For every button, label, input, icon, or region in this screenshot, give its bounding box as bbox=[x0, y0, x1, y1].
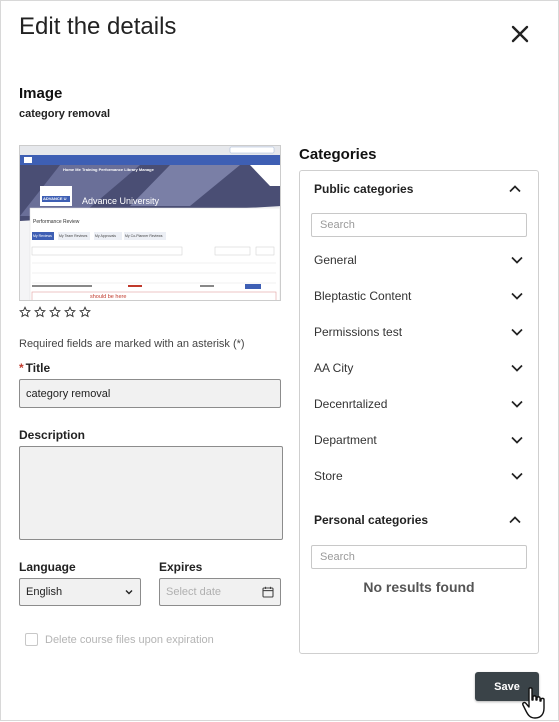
chevron-down-icon bbox=[511, 400, 523, 408]
star-icon[interactable] bbox=[19, 306, 31, 318]
thumb-tab-team-reviews: My Team Reviews bbox=[59, 234, 88, 238]
title-label-text: Title bbox=[25, 361, 51, 375]
thumb-tab-approvals: My Approvals bbox=[95, 234, 117, 238]
chevron-down-icon bbox=[511, 256, 523, 264]
category-label: Permissions test bbox=[314, 325, 403, 339]
language-value: English bbox=[26, 586, 63, 598]
public-categories-search[interactable]: Search bbox=[311, 213, 527, 237]
chevron-down-icon bbox=[511, 328, 523, 336]
calendar-icon bbox=[262, 586, 274, 598]
thumb-tab-my-reviews: My Reviews bbox=[33, 234, 52, 238]
public-search-placeholder: Search bbox=[320, 219, 355, 231]
thumb-org-name: Advance University bbox=[82, 196, 160, 206]
category-item-general[interactable]: General bbox=[314, 250, 524, 270]
categories-panel: Public categories Search General Bleptas… bbox=[299, 170, 539, 654]
category-item-department[interactable]: Department bbox=[314, 430, 524, 450]
thumb-nav: Home Me Training Performance Library Man… bbox=[63, 167, 154, 172]
category-label: Bleptastic Content bbox=[314, 289, 412, 303]
image-heading: Image bbox=[19, 85, 63, 102]
category-label: Store bbox=[314, 469, 343, 483]
delete-files-checkbox[interactable] bbox=[25, 633, 38, 646]
personal-categories-heading[interactable]: Personal categories bbox=[314, 513, 428, 527]
hand-pointer-icon bbox=[522, 687, 545, 719]
thumb-nav-manage: Manage bbox=[138, 167, 154, 172]
personal-search-placeholder: Search bbox=[320, 551, 355, 563]
language-label: Language bbox=[19, 560, 76, 574]
category-label: Decenrtalized bbox=[314, 397, 388, 411]
thumb-nav-performance: Performance bbox=[98, 167, 124, 172]
star-icon[interactable] bbox=[79, 306, 91, 318]
dialog-title: Edit the details bbox=[19, 13, 177, 40]
star-icon[interactable] bbox=[34, 306, 46, 318]
chevron-down-icon bbox=[511, 436, 523, 444]
title-input-value: category removal bbox=[26, 387, 111, 400]
description-label: Description bbox=[19, 428, 86, 442]
no-results-message: No results found bbox=[363, 579, 475, 595]
category-item-permissions-test[interactable]: Permissions test bbox=[314, 322, 524, 342]
category-label: AA City bbox=[314, 361, 354, 375]
thumb-error-text: should be here bbox=[90, 294, 127, 300]
thumb-nav-me: Me bbox=[75, 167, 81, 172]
title-input[interactable]: category removal bbox=[19, 379, 281, 408]
categories-heading: Categories bbox=[299, 146, 377, 163]
thumb-logo: ADVANCE U bbox=[43, 196, 67, 201]
title-label: * Title bbox=[19, 361, 50, 375]
expires-label: Expires bbox=[159, 560, 203, 574]
description-textarea[interactable] bbox=[19, 446, 283, 540]
delete-files-label: Delete course files upon expiration bbox=[45, 633, 214, 646]
expires-date-input[interactable]: Select date bbox=[159, 578, 281, 606]
close-button[interactable] bbox=[507, 21, 533, 47]
expires-placeholder: Select date bbox=[166, 586, 222, 598]
thumb-nav-training: Training bbox=[81, 167, 98, 172]
star-icon[interactable] bbox=[49, 306, 61, 318]
close-icon bbox=[511, 25, 529, 43]
thumb-nav-library: Library bbox=[124, 167, 138, 172]
category-label: Department bbox=[314, 433, 377, 447]
rating-stars[interactable] bbox=[19, 306, 91, 318]
public-categories-heading[interactable]: Public categories bbox=[314, 182, 413, 196]
category-label: General bbox=[314, 253, 357, 267]
chevron-down-icon bbox=[125, 590, 133, 595]
edit-details-dialog: Edit the details Image category removal bbox=[0, 0, 559, 721]
thumb-tab-co-planner: My Co-Planner Reviews bbox=[125, 234, 163, 238]
personal-categories-search[interactable]: Search bbox=[311, 545, 527, 569]
thumb-nav-home: Home bbox=[63, 167, 75, 172]
category-item-store[interactable]: Store bbox=[314, 466, 524, 486]
chevron-down-icon bbox=[511, 292, 523, 300]
chevron-down-icon bbox=[511, 472, 523, 480]
thumb-panel-title: Performance Review bbox=[33, 219, 80, 225]
image-name: category removal bbox=[19, 108, 111, 120]
language-select[interactable]: English bbox=[19, 578, 141, 606]
chevron-down-icon bbox=[511, 364, 523, 372]
category-item-aa-city[interactable]: AA City bbox=[314, 358, 524, 378]
required-asterisk: * bbox=[19, 361, 24, 375]
star-icon[interactable] bbox=[64, 306, 76, 318]
required-fields-note: Required fields are marked with an aster… bbox=[19, 338, 245, 350]
chevron-up-icon[interactable] bbox=[508, 514, 522, 526]
category-item-bleptastic-content[interactable]: Bleptastic Content bbox=[314, 286, 524, 306]
delete-files-option[interactable]: Delete course files upon expiration bbox=[25, 633, 214, 646]
image-thumbnail: Home Me Training Performance Library Man… bbox=[19, 145, 281, 301]
chevron-up-icon[interactable] bbox=[508, 183, 522, 195]
category-item-decentralized[interactable]: Decenrtalized bbox=[314, 394, 524, 414]
